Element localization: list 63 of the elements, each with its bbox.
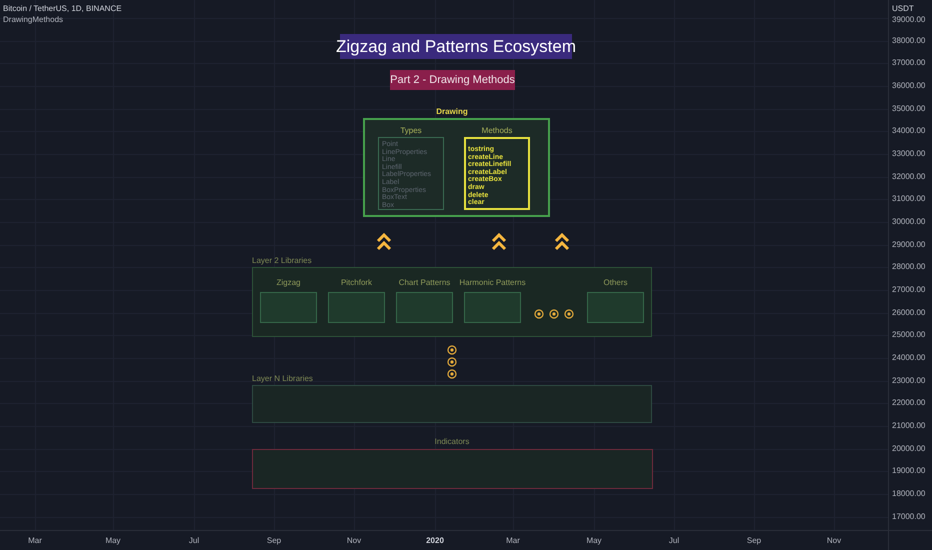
time-label: Mar bbox=[27, 535, 43, 547]
double-chevron-up-icon bbox=[554, 232, 570, 252]
time-label: Sep bbox=[266, 535, 282, 547]
time-label: Sep bbox=[746, 535, 762, 547]
types-title: Types bbox=[400, 125, 422, 137]
time-label: Mar bbox=[505, 535, 521, 547]
library-box bbox=[260, 292, 317, 323]
time-label: May bbox=[585, 535, 603, 547]
price-label: 20000.00 bbox=[892, 444, 926, 454]
library-box bbox=[396, 292, 453, 323]
price-label: 37000.00 bbox=[892, 58, 926, 68]
layer-title: Layer 2 Libraries bbox=[252, 255, 312, 267]
dot-icon bbox=[447, 345, 457, 355]
price-label: 19000.00 bbox=[892, 466, 926, 476]
price-label: 27000.00 bbox=[892, 285, 926, 296]
library-label: Chart Patterns bbox=[398, 277, 450, 289]
time-label: May bbox=[104, 535, 122, 547]
library-label: Harmonic Patterns bbox=[459, 277, 526, 289]
price-label: 28000.00 bbox=[892, 262, 926, 272]
price-label: 29000.00 bbox=[892, 240, 926, 250]
indicators-title: Indicators bbox=[434, 436, 470, 448]
dot-icon bbox=[534, 309, 544, 319]
price-label: 34000.00 bbox=[892, 126, 926, 136]
price-label: 39000.00 bbox=[892, 15, 926, 25]
price-label: 25000.00 bbox=[892, 330, 926, 340]
layer-title: Layer N Libraries bbox=[252, 373, 313, 385]
time-label: Nov bbox=[346, 535, 362, 547]
methods-title: Methods bbox=[482, 125, 512, 137]
library-box bbox=[587, 292, 644, 323]
price-label: 35000.00 bbox=[892, 104, 926, 114]
subtitle-label: Part 2 - Drawing Methods bbox=[390, 70, 515, 90]
price-label: 22000.00 bbox=[892, 398, 926, 408]
price-label: 31000.00 bbox=[892, 194, 926, 204]
library-label: Zigzag bbox=[276, 277, 300, 289]
library-box bbox=[464, 292, 521, 323]
price-label: 21000.00 bbox=[892, 421, 926, 432]
price-label: 36000.00 bbox=[892, 81, 926, 91]
library-box bbox=[328, 292, 385, 323]
price-label: 33000.00 bbox=[892, 149, 926, 160]
time-label: Jul bbox=[668, 535, 680, 547]
indicator-name: DrawingMethods bbox=[3, 14, 64, 25]
symbol-title: Bitcoin / TetherUS, 1D, BINANCE bbox=[3, 3, 122, 14]
library-label: Pitchfork bbox=[340, 277, 372, 289]
double-chevron-up-icon bbox=[376, 232, 392, 252]
drawing-title: Drawing bbox=[435, 106, 469, 118]
time-label: 2020 bbox=[425, 535, 445, 547]
double-chevron-up-icon bbox=[491, 232, 507, 252]
price-label: 32000.00 bbox=[892, 172, 926, 182]
price-label: 18000.00 bbox=[892, 489, 926, 500]
library-label: Others bbox=[603, 277, 628, 289]
dot-icon bbox=[447, 369, 457, 379]
price-label: 23000.00 bbox=[892, 376, 926, 386]
price-label: 26000.00 bbox=[892, 308, 926, 318]
time-label: Nov bbox=[826, 535, 842, 547]
dot-icon bbox=[447, 357, 457, 367]
price-label: 24000.00 bbox=[892, 353, 926, 364]
time-label: Jul bbox=[188, 535, 200, 547]
dot-icon bbox=[549, 309, 559, 319]
price-label: 38000.00 bbox=[892, 36, 926, 46]
dot-icon bbox=[564, 309, 574, 319]
price-label: 17000.00 bbox=[892, 512, 926, 522]
price-label: 30000.00 bbox=[892, 217, 926, 228]
currency-label: USDT bbox=[892, 3, 914, 15]
